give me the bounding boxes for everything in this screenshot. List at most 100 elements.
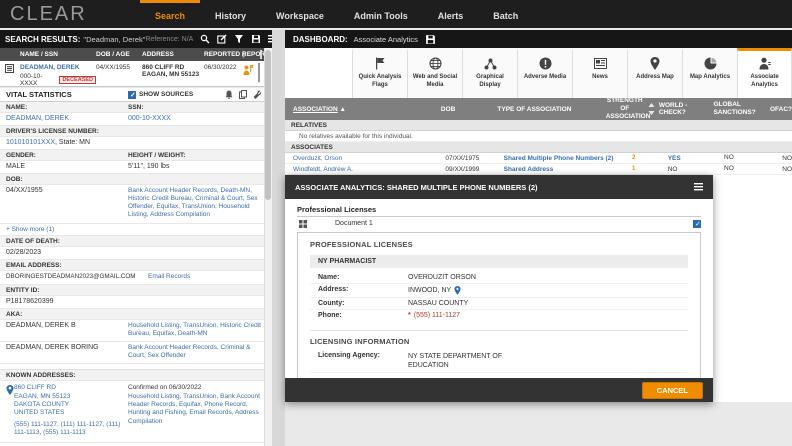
group-title: Professional Licenses <box>297 205 701 217</box>
filter-icon[interactable] <box>234 34 244 44</box>
modal-title: ASSOCIATE ANALYTICS: SHARED MULTIPLE PHO… <box>285 183 687 192</box>
analysis-flag-icon[interactable] <box>242 64 258 76</box>
col-type[interactable]: TYPE OF ASSOCIATION <box>497 106 605 113</box>
world-check-value[interactable]: YES <box>668 155 724 162</box>
tab-quick-analysis-flags[interactable]: Quick Analysis Flags <box>352 48 407 98</box>
result-report-checkbox[interactable] <box>258 63 260 82</box>
vital-statistics-title: VITAL STATISTICS <box>0 90 128 99</box>
col-dob[interactable]: DOB <box>441 106 498 113</box>
ssn-value[interactable]: 000-10-XXXX <box>128 115 272 122</box>
col-global-sanctions[interactable]: GLOBAL SANCTIONS? <box>713 101 770 117</box>
email-sources[interactable]: Email Records <box>148 273 272 281</box>
edit-search-icon[interactable] <box>217 34 227 44</box>
address-map-pin-icon <box>650 56 660 71</box>
dashboard-save-icon[interactable] <box>425 34 436 45</box>
document-label[interactable]: Document 1 <box>335 220 693 227</box>
show-sources-label: SHOW SOURCES <box>139 91 193 98</box>
address-label: Address: <box>318 286 408 295</box>
wrench-icon[interactable] <box>253 90 262 99</box>
gender-label: GENDER: <box>0 152 128 159</box>
associate-dob: 09/XX/1999 <box>445 166 503 173</box>
dl-label: DRIVER'S LICENSE NUMBER: <box>0 128 272 135</box>
aka-sources[interactable]: Bank Account Header Records, Criminal & … <box>128 344 272 360</box>
document-grid-icon[interactable] <box>299 220 307 228</box>
associates-table-header: ASSOCIATION ▲ DOB TYPE OF ASSOCIATION ST… <box>285 98 792 120</box>
col-reported[interactable]: REPORTED? <box>204 51 242 58</box>
show-sources-checkbox[interactable] <box>128 91 136 99</box>
address-phones[interactable]: (555) 111-1127, (111) 111-1127, (111) 11… <box>14 421 128 438</box>
nav-admin-tools[interactable]: Admin Tools <box>339 0 423 28</box>
relatives-empty-row: No relatives available for this individu… <box>285 131 792 142</box>
map-pin-icon[interactable] <box>0 384 14 438</box>
result-name-link[interactable]: DEADMAN, DEREK <box>20 64 96 71</box>
nav-batch[interactable]: Batch <box>478 0 533 28</box>
col-ofac[interactable]: OFAC? <box>770 106 792 113</box>
col-association[interactable]: ASSOCIATION <box>293 106 338 113</box>
col-dob-age[interactable]: DOB / AGE <box>96 51 142 58</box>
tab-graphical-display[interactable]: Graphical Display <box>462 48 517 98</box>
dl-value[interactable]: 101010101XXX <box>6 139 55 146</box>
select-all-checkbox[interactable] <box>260 50 262 59</box>
hw-value: 5'11", 190 lbs <box>128 163 272 170</box>
col-world-check[interactable]: WORLD - CHECK? <box>659 102 714 116</box>
expand-record-icon[interactable] <box>0 64 20 73</box>
col-strength[interactable]: STRENGTH OF ASSOCIATION <box>606 98 644 120</box>
dashboard-title: DASHBOARD: <box>285 35 348 44</box>
col-address[interactable]: ADDRESS <box>142 51 204 58</box>
associate-row: Overduzit, Orson 07/XX/1975 Shared Multi… <box>285 153 792 164</box>
col-name-ssn[interactable]: NAME / SSN <box>0 51 96 58</box>
tab-web-and-social-media[interactable]: Web and Social Media <box>407 48 462 98</box>
show-more-link[interactable]: + Show more (1) <box>0 224 272 236</box>
dob-value: 04/XX/1955 <box>0 187 128 220</box>
associate-name-link[interactable]: Overduzit, Orson <box>285 155 445 162</box>
aka-sources[interactable]: Household Listing, TransUnion, Historic … <box>128 322 272 338</box>
address-sources[interactable]: Household Listing, TransUnion, Bank Acco… <box>128 393 268 427</box>
dashboard-header: DASHBOARD: Associate Analytics <box>285 30 792 48</box>
search-icon[interactable] <box>200 34 210 44</box>
tab-news[interactable]: News <box>572 48 627 98</box>
associate-name-link[interactable]: Windfeldt, Andrew A. <box>285 166 445 173</box>
address-entry: 860 CLIFF RD EAGAN, MN 55123 DAKOTA COUN… <box>0 381 272 443</box>
modal-body: Professional Licenses Document 1 PROFESS… <box>285 199 713 378</box>
tab-adverse-media[interactable]: Adverse Media <box>517 48 572 98</box>
address-lines[interactable]: 860 CLIFF RD EAGAN, MN 55123 DAKOTA COUN… <box>14 384 70 416</box>
relatives-section-header: RELATIVES <box>285 120 792 131</box>
association-type-link[interactable]: Shared Address <box>504 166 616 173</box>
cancel-button[interactable]: CANCEL <box>642 382 703 399</box>
tab-map-analytics[interactable]: Map Analytics <box>682 48 737 98</box>
copy-icon[interactable] <box>239 90 247 99</box>
nav-alerts[interactable]: Alerts <box>423 0 479 28</box>
sort-icon[interactable] <box>644 103 659 115</box>
gender-value: MALE <box>0 163 128 170</box>
dob-label: DOB: <box>0 176 128 183</box>
alert-icon[interactable] <box>225 90 233 99</box>
ssn-label: SSN: <box>128 104 272 111</box>
dod-value: 02/28/2023 <box>0 249 128 256</box>
sanctions-value: NO <box>724 165 782 173</box>
nav-search[interactable]: Search <box>140 0 200 28</box>
result-ssn: 000-10-XXXX <box>20 73 56 87</box>
dob-sources[interactable]: Bank Account Header Records, Death-MN, H… <box>128 187 272 220</box>
result-row[interactable]: DEADMAN, DEREK 000-10-XXXX DECEASED 04/X… <box>0 61 272 87</box>
map-pin-icon[interactable] <box>454 286 461 295</box>
name-value[interactable]: DEADMAN, DEREK <box>0 115 128 122</box>
left-panel-scrollbar-thumb[interactable] <box>265 50 271 200</box>
nav-workspace[interactable]: Workspace <box>261 0 339 28</box>
save-icon[interactable] <box>251 34 261 44</box>
person-icon <box>758 56 771 71</box>
document-checkbox[interactable] <box>693 220 701 228</box>
association-type-link[interactable]: Shared Multiple Phone Numbers (2) <box>504 155 616 162</box>
associate-dob: 07/XX/1975 <box>445 155 503 162</box>
modal-menu-icon[interactable] <box>694 183 703 191</box>
county-label: County: <box>318 300 408 307</box>
search-query: "Deadman, Derek" <box>83 35 145 44</box>
nav-history[interactable]: History <box>200 0 261 28</box>
tab-address-map[interactable]: Address Map <box>627 48 682 98</box>
modal-header: ASSOCIATE ANALYTICS: SHARED MULTIPLE PHO… <box>285 175 713 199</box>
license-county-value: NASSAU COUNTY <box>408 300 688 307</box>
result-dob: 04/XX/1955 <box>96 64 142 71</box>
shared-phone-flag: * <box>408 312 411 319</box>
globe-icon <box>429 56 442 71</box>
entity-id-value: P18178620399 <box>0 298 128 305</box>
tab-associate-analytics[interactable]: Associate Analytics <box>737 48 792 98</box>
